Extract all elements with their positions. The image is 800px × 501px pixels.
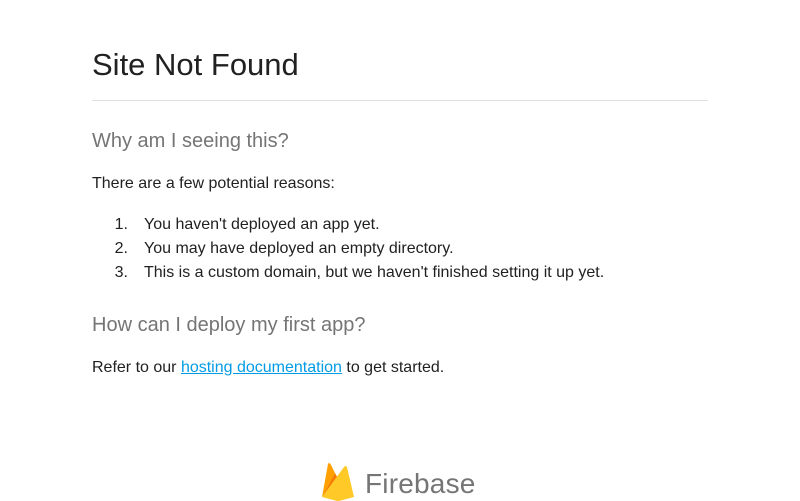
list-item-number: 1. [114,216,128,233]
refer-paragraph: Refer to our hosting documentation to ge… [92,357,444,379]
reasons-intro: There are a few potential reasons: [92,175,335,192]
list-item-text: You haven't deployed an app yet. [144,216,380,233]
how-heading: How can I deploy my first app? [92,314,366,336]
list-item-number: 2. [114,240,128,257]
refer-prefix: Refer to our [92,359,181,376]
list-item-text: You may have deployed an empty directory… [144,240,454,257]
firebase-wordmark: Firebase [365,468,476,499]
firebase-brand: Firebase [321,462,481,501]
why-heading: Why am I seeing this? [92,130,289,152]
list-item-text: This is a custom domain, but we haven't … [144,264,605,281]
hosting-documentation-link[interactable]: hosting documentation [181,359,342,376]
firebase-flame-icon [322,463,354,501]
list-item-number: 3. [114,264,128,281]
title-divider [92,100,708,101]
refer-suffix: to get started. [341,359,445,376]
page: Site Not Found Why am I seeing this? The… [0,0,800,501]
page-title: Site Not Found [92,47,299,82]
